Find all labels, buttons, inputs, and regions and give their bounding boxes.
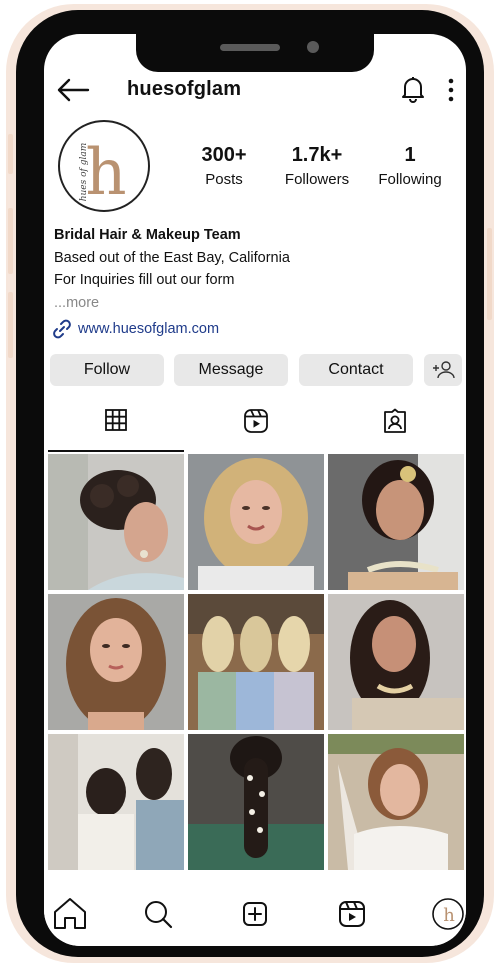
tab-grid[interactable] (48, 396, 184, 452)
posts-grid (48, 454, 464, 872)
svg-text:h: h (85, 136, 126, 210)
bio-name: Bridal Hair & Makeup Team (54, 227, 241, 243)
suggest-user-button[interactable] (424, 354, 462, 386)
nav-create[interactable] (235, 894, 275, 934)
veil-bride-photo (328, 734, 464, 870)
svg-text:hues of glam: hues of glam (79, 143, 89, 202)
post-thumbnail[interactable] (48, 594, 184, 730)
blonde-waves-photo (188, 454, 324, 590)
post-thumbnail[interactable] (328, 454, 464, 590)
active-tab-indicator (48, 450, 184, 452)
brunette-waves-photo (48, 594, 184, 730)
post-thumbnail[interactable] (188, 734, 324, 870)
nav-reels[interactable] (332, 894, 372, 934)
bridesmaids-photo (188, 594, 324, 730)
grid-icon (105, 409, 127, 431)
app-screen: huesofglam h hues of glam 300+ Posts 1.7… (44, 34, 466, 946)
tab-tagged[interactable] (326, 396, 462, 452)
bell-icon[interactable] (400, 75, 426, 103)
add-person-icon (433, 361, 455, 379)
link-icon (53, 319, 71, 339)
bio-more-link[interactable]: ...more (54, 292, 454, 315)
brand-logo: h hues of glam (79, 136, 127, 210)
stat-value: 1 (404, 144, 416, 166)
reels-icon (244, 409, 268, 433)
side-button (8, 292, 13, 358)
svg-text:h: h (443, 905, 455, 926)
website-link[interactable]: www.huesofglam.com (52, 318, 219, 340)
bottom-navigation: h (44, 884, 466, 946)
stat-posts[interactable]: 300+ Posts (192, 144, 256, 188)
back-arrow-icon[interactable] (56, 78, 90, 102)
post-thumbnail[interactable] (328, 594, 464, 730)
stat-following[interactable]: 1 Following (370, 144, 450, 188)
tagged-icon (384, 408, 406, 433)
reels-icon (339, 901, 365, 927)
profile-bio: Bridal Hair & Makeup Team Based out of t… (54, 224, 454, 314)
stat-followers[interactable]: 1.7k+ Followers (276, 144, 358, 188)
side-button (8, 208, 13, 274)
stat-label: Following (378, 171, 442, 188)
indian-bride-photo (328, 454, 464, 590)
profile-username: huesofglam (127, 78, 242, 100)
side-button (487, 228, 492, 320)
post-thumbnail[interactable] (48, 454, 184, 590)
website-url: www.huesofglam.com (78, 321, 220, 337)
nav-home[interactable] (50, 894, 90, 934)
create-icon (243, 902, 267, 926)
notch (136, 34, 374, 72)
profile-avatar[interactable]: h hues of glam (58, 120, 150, 212)
stat-label: Posts (205, 171, 243, 188)
bio-line: Based out of the East Bay, California (54, 249, 290, 266)
stat-label: Followers (284, 171, 350, 188)
profile-avatar: h (432, 898, 464, 930)
bio-line: For Inquiries fill out our form (54, 272, 235, 288)
front-camera (307, 41, 319, 53)
side-button (8, 134, 13, 174)
contact-button[interactable]: Contact (299, 354, 413, 386)
nav-search[interactable] (138, 894, 178, 934)
getting-ready-photo (48, 734, 184, 870)
updo-bride-photo (48, 454, 184, 590)
more-options-icon[interactable] (444, 77, 458, 103)
sari-bride-photo (328, 594, 464, 730)
stat-value: 300+ (201, 144, 247, 166)
braided-hair-photo (188, 734, 324, 870)
top-bar: huesofglam (44, 72, 466, 112)
speaker (220, 44, 280, 51)
search-icon (145, 901, 173, 929)
tab-reels[interactable] (187, 396, 323, 452)
nav-profile[interactable]: h (428, 894, 466, 934)
stat-value: 1.7k+ (291, 144, 343, 166)
post-thumbnail[interactable] (48, 734, 184, 870)
post-thumbnail[interactable] (188, 454, 324, 590)
post-thumbnail[interactable] (188, 594, 324, 730)
message-button[interactable]: Message (174, 354, 288, 386)
follow-button[interactable]: Follow (50, 354, 164, 386)
home-icon (54, 898, 86, 929)
post-thumbnail[interactable] (328, 734, 464, 870)
